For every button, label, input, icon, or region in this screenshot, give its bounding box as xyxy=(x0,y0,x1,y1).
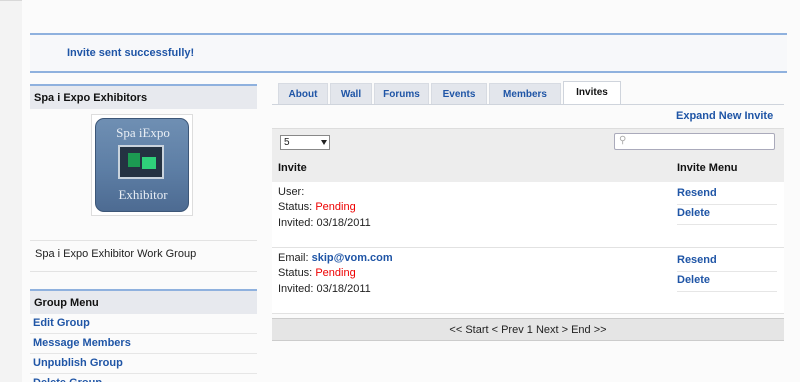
invites-toolbar: 5 ⚲ xyxy=(272,128,784,156)
menu-item-delete-group[interactable]: Delete Group xyxy=(30,374,257,382)
email-link[interactable]: skip@vom.com xyxy=(312,252,393,264)
monitor-icon xyxy=(118,145,164,179)
search-input[interactable]: ⚲ xyxy=(614,133,775,150)
per-page-select[interactable]: 5 xyxy=(280,135,330,150)
group-logo[interactable]: Spa iExpo Exhibitor xyxy=(91,114,193,216)
delete-button[interactable]: Delete xyxy=(677,205,777,225)
email-label: Email: xyxy=(278,252,309,264)
column-header-invite-menu: Invite Menu xyxy=(672,156,784,182)
resend-button[interactable]: Resend xyxy=(677,185,777,205)
group-description: Spa i Expo Exhibitor Work Group xyxy=(30,240,257,272)
tab-divider xyxy=(272,104,784,105)
tab-members[interactable]: Members xyxy=(489,83,561,105)
invite-user-line: User: xyxy=(278,186,304,198)
status-label: Status: xyxy=(278,267,313,279)
pagination[interactable]: << Start < Prev 1 Next > End >> xyxy=(272,318,784,341)
logo-top-text: Spa iExpo xyxy=(116,125,170,140)
tab-events[interactable]: Events xyxy=(431,83,487,105)
invited-date: Invited: 03/18/2011 xyxy=(278,217,371,229)
delete-button[interactable]: Delete xyxy=(677,272,777,292)
invite-status-line: Status: Pending xyxy=(278,267,356,279)
status-badge: Pending xyxy=(315,201,356,213)
table-row: Email: skip@vom.com Status: Pending Invi… xyxy=(272,248,784,314)
table-row: User: Status: Pending Invited: 03/18/201… xyxy=(272,182,784,248)
group-logo-image: Spa iExpo Exhibitor xyxy=(95,118,189,212)
success-banner: Invite sent successfully! xyxy=(30,33,787,73)
group-menu-title: Group Menu xyxy=(30,289,257,314)
invited-date: Invited: 03/18/2011 xyxy=(278,283,371,295)
search-icon: ⚲ xyxy=(619,135,627,146)
per-page-value: 5 xyxy=(284,137,290,148)
status-badge: Pending xyxy=(315,267,356,279)
invite-email-line: Email: skip@vom.com xyxy=(278,252,393,264)
tab-wall[interactable]: Wall xyxy=(330,83,372,105)
sidebar: Spa i Expo Exhibitors Spa iExpo Exhibito… xyxy=(30,84,257,382)
status-label: Status: xyxy=(278,201,313,213)
logo-bottom-text: Exhibitor xyxy=(118,187,168,202)
group-tabs: About Wall Forums Events Members Invites xyxy=(272,81,784,105)
invite-status-line: Status: Pending xyxy=(278,201,356,213)
tab-forums[interactable]: Forums xyxy=(374,83,429,105)
tab-about[interactable]: About xyxy=(278,83,328,105)
expand-new-invite-link[interactable]: Expand New Invite xyxy=(676,110,773,122)
chevron-down-icon xyxy=(321,140,327,145)
resend-button[interactable]: Resend xyxy=(677,252,777,272)
menu-item-message-members[interactable]: Message Members xyxy=(30,334,257,354)
success-message: Invite sent successfully! xyxy=(67,47,195,59)
user-label: User: xyxy=(278,186,305,198)
menu-item-edit-group[interactable]: Edit Group xyxy=(30,314,257,334)
group-title: Spa i Expo Exhibitors xyxy=(30,84,257,109)
tab-invites[interactable]: Invites xyxy=(563,81,621,105)
column-header-invite: Invite xyxy=(272,156,672,182)
menu-item-unpublish-group[interactable]: Unpublish Group xyxy=(30,354,257,374)
